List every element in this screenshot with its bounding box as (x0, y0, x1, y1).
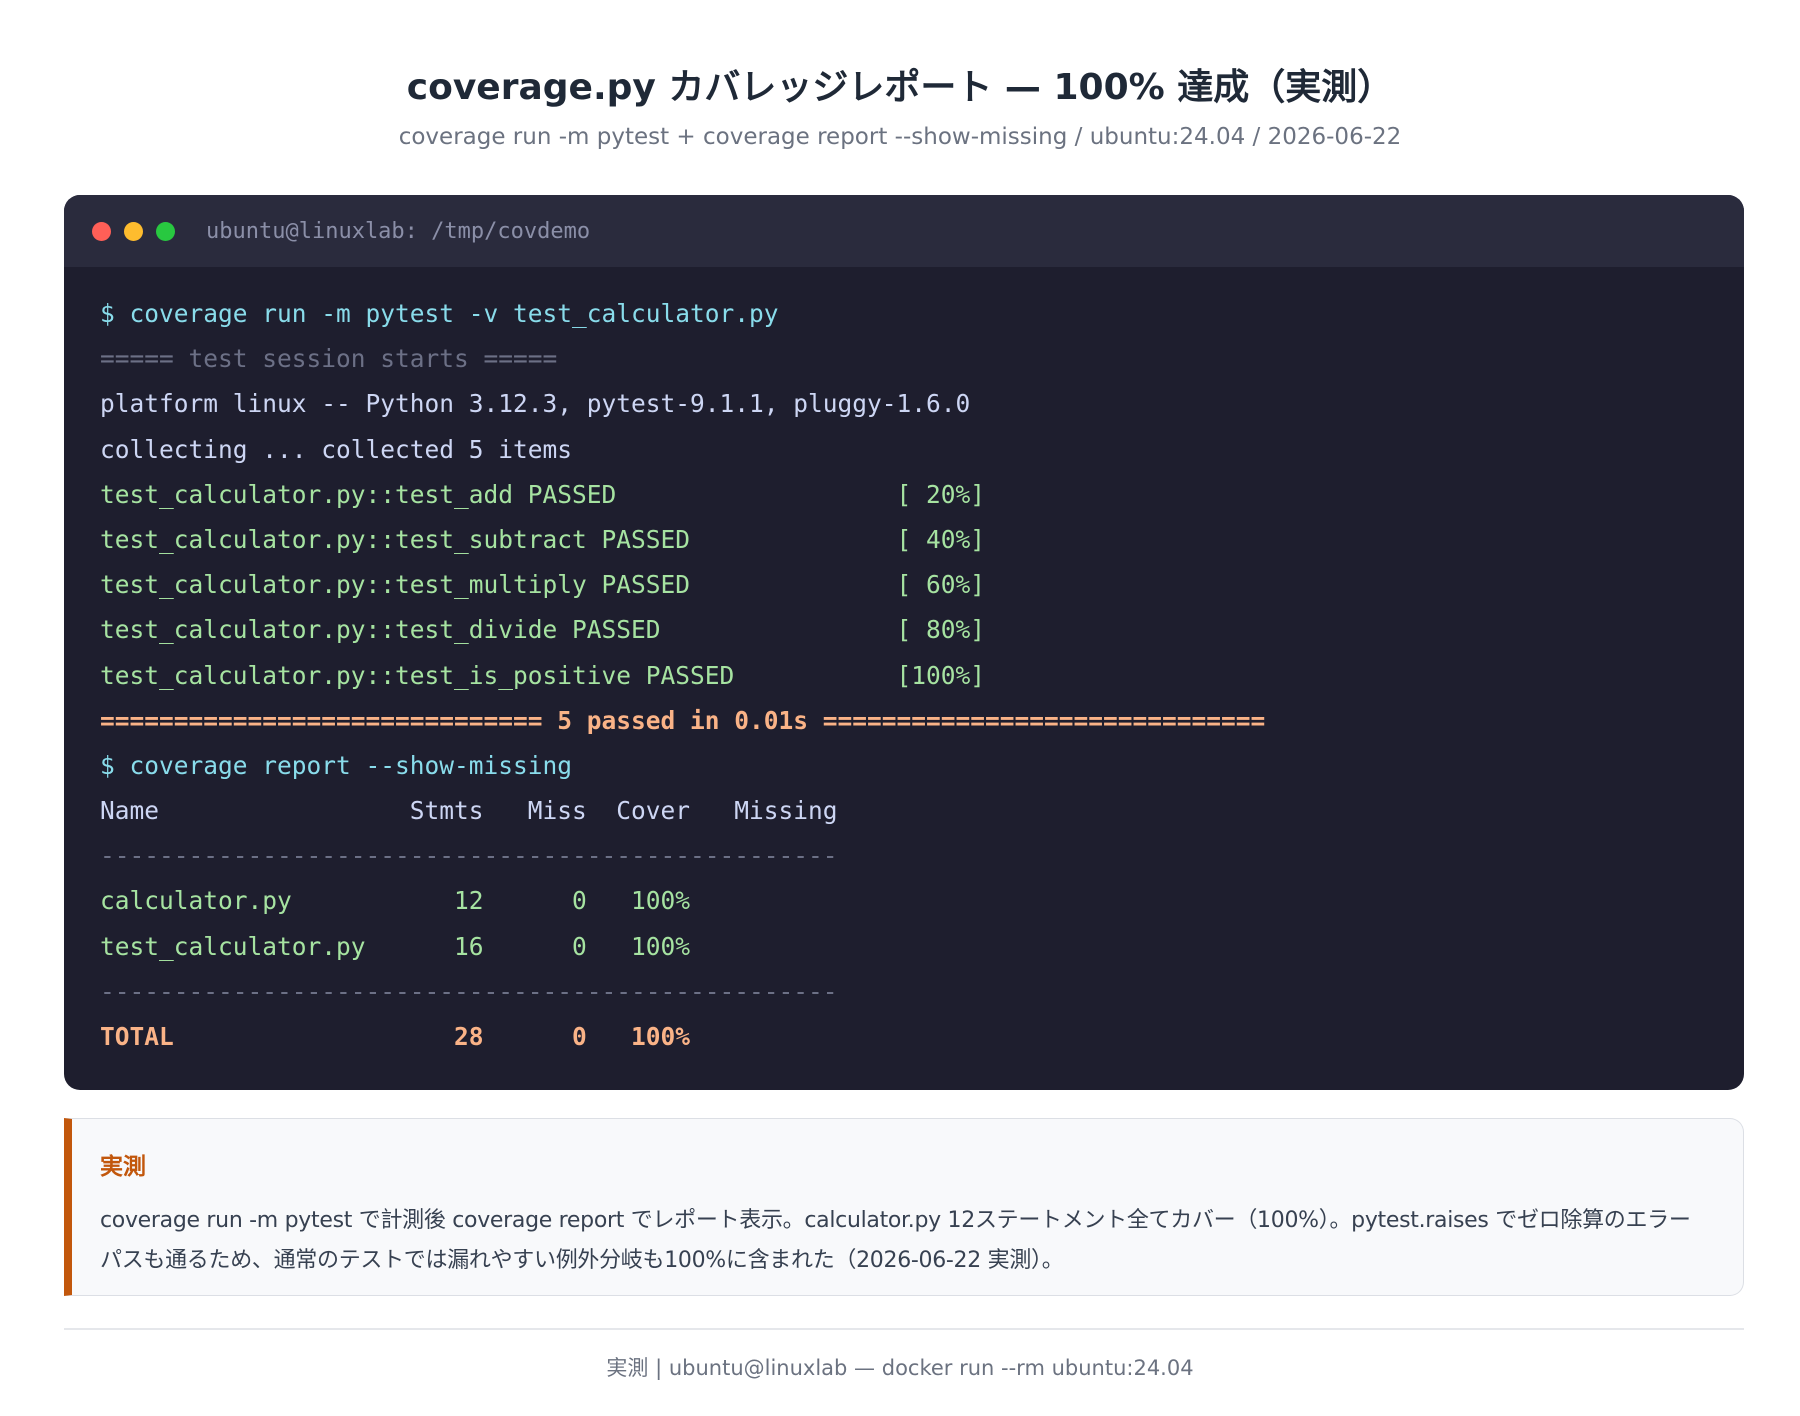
close-window-dot-icon[interactable] (92, 221, 111, 241)
terminal-line: test_calculator.py::test_is_positive PAS… (100, 660, 986, 690)
terminal-line: $ coverage run -m pytest -v test_calcula… (100, 299, 779, 328)
terminal-line: calculator.py 12 0 100% (100, 886, 691, 916)
footer-divider (64, 1328, 1744, 1330)
terminal-line: ============================== 5 passed … (100, 705, 1266, 735)
terminal-title-bar: ubuntu@linuxlab: /tmp/covdemo (64, 195, 1744, 267)
terminal-line: ----------------------------------------… (100, 841, 838, 871)
terminal-window[interactable]: ubuntu@linuxlab: /tmp/covdemo $ coverage… (64, 195, 1744, 1090)
terminal-line: Name Stmts Miss Cover Missing (100, 796, 838, 826)
page-subtitle: coverage run -m pytest + coverage report… (398, 124, 1402, 150)
terminal-line: test_calculator.py::test_subtract PASSED… (100, 524, 986, 554)
page: coverage.py カバレッジレポート — 100% 達成（実測） cove… (0, 0, 1800, 1416)
terminal-line: test_calculator.py::test_multiply PASSED… (100, 570, 986, 600)
terminal-line: test_calculator.py 16 0 100% (100, 931, 691, 961)
terminal-title: ubuntu@linuxlab: /tmp/covdemo (206, 218, 591, 244)
terminal-line: test_calculator.py::test_add PASSED [ 20… (100, 479, 986, 509)
maximize-window-dot-icon[interactable] (156, 221, 175, 241)
terminal-line: TOTAL 28 0 100% (100, 1022, 691, 1051)
terminal-line: ----------------------------------------… (100, 976, 838, 1006)
page-title: coverage.py カバレッジレポート — 100% 達成（実測） (406, 67, 1394, 108)
terminal-output: $ coverage run -m pytest -v test_calcula… (64, 267, 1744, 1059)
terminal-line: ===== test session starts ===== (100, 344, 558, 374)
terminal-line: platform linux -- Python 3.12.3, pytest-… (100, 389, 971, 419)
terminal-line: collecting ... collected 5 items (100, 434, 573, 464)
terminal-line: test_calculator.py::test_divide PASSED [… (100, 615, 986, 645)
terminal-line: $ coverage report --show-missing (100, 750, 573, 780)
note-heading: 実測 (100, 1154, 146, 1180)
note-body: coverage run -m pytest で計測後 coverage rep… (100, 1208, 1691, 1273)
footer-text: 実測 | ubuntu@linuxlab — docker run --rm u… (606, 1356, 1194, 1380)
minimize-window-dot-icon[interactable] (124, 221, 143, 241)
note-callout: 実測 coverage run -m pytest で計測後 coverage … (64, 1118, 1744, 1296)
